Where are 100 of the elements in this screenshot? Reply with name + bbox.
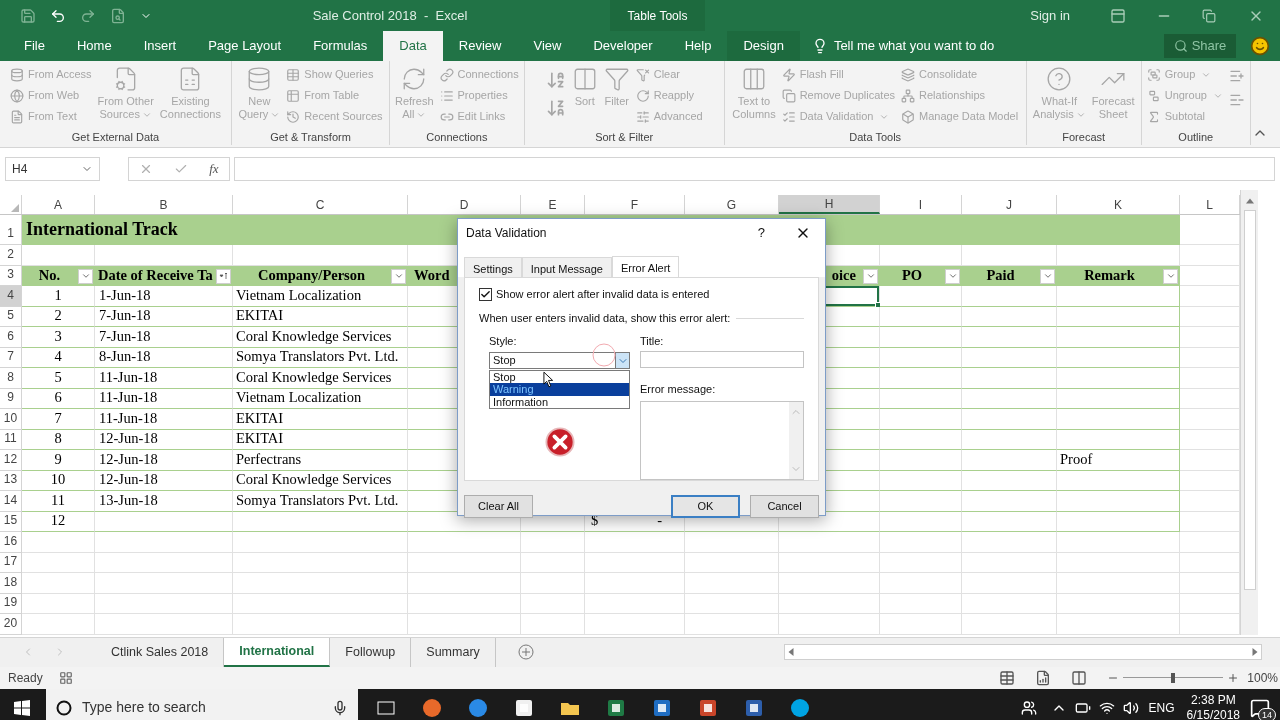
row-number: 16: [0, 532, 22, 553]
table-cell-text: 7-Jun-18: [98, 326, 151, 346]
row-number: 4: [0, 286, 22, 307]
column-title: Remark: [1084, 265, 1135, 285]
menu-tab[interactable]: Data: [383, 31, 443, 61]
table-cell-text: 12: [49, 511, 67, 531]
status-text: Ready: [8, 669, 43, 687]
column-title: PO: [901, 265, 923, 285]
checkbox-label[interactable]: Show error alert after invalid data is entered: [496, 285, 710, 303]
row-number: 15: [0, 511, 22, 532]
row-number: 5: [0, 306, 22, 327]
dialog-tab[interactable]: Input Message: [521, 257, 612, 277]
help-button[interactable]: ?: [757, 223, 765, 243]
table-cell-text: Vietnam Localization: [235, 285, 362, 305]
sheet-tab[interactable]: International: [224, 637, 331, 667]
row-number: 6: [0, 327, 22, 348]
column-header[interactable]: I: [880, 195, 962, 214]
row-number: 19: [0, 593, 22, 614]
sheet-tab[interactable]: Summary: [411, 637, 496, 667]
notification-badge: 14: [1258, 707, 1276, 720]
table-cell-text: 10: [49, 470, 67, 490]
table-cell-text: 7: [53, 408, 63, 428]
column-title: Word: [414, 265, 450, 285]
insert-function-button[interactable]: fx: [209, 159, 219, 179]
row-number: 20: [0, 614, 22, 635]
dropdown-option[interactable]: Warning: [490, 383, 629, 396]
row-number: 18: [0, 573, 22, 594]
table-cell-text: 8-Jun-18: [98, 347, 151, 367]
table-cell-text: Vietnam Localization: [235, 388, 362, 408]
ribbon-group-label: Connections: [425, 130, 489, 145]
menu-tab[interactable]: Design: [727, 31, 800, 61]
column-header[interactable]: J: [962, 195, 1057, 214]
table-cell-text: 12-Jun-18: [98, 429, 158, 449]
row-number: 14: [0, 491, 22, 512]
style-dropdown[interactable]: Stop: [489, 352, 615, 369]
window-title: Sale Control 2018 - Excel: [311, 6, 469, 25]
zoom-level: 100%: [1247, 669, 1278, 687]
sheet-tab[interactable]: Followup: [330, 637, 412, 667]
table-cell-text: 12-Jun-18: [98, 449, 158, 469]
dialog-tab[interactable]: Settings: [464, 257, 522, 277]
table-cell-text: 3: [53, 326, 63, 346]
column-header[interactable]: D: [408, 195, 521, 214]
column-title: Paid: [986, 265, 1015, 285]
sheet-title: International Track: [26, 218, 178, 241]
column-header[interactable]: C: [233, 195, 408, 214]
share-button[interactable]: Share: [1164, 34, 1236, 58]
menu-tab[interactable]: Developer: [577, 31, 669, 61]
row-number: 9: [0, 388, 22, 409]
column-title: No.: [38, 265, 61, 285]
dialog-button[interactable]: Cancel: [750, 494, 819, 518]
field-label: Title:: [640, 333, 665, 349]
menu-tab[interactable]: Page Layout: [192, 31, 298, 61]
row-number: 10: [0, 409, 22, 430]
column-header[interactable]: B: [95, 195, 233, 214]
table-cell-text: Somya Translators Pvt. Ltd.: [235, 347, 399, 367]
clock[interactable]: 2:38 PM 6/15/2018: [1186, 692, 1240, 720]
dialog-button[interactable]: Clear All: [464, 494, 533, 518]
table-cell-text: 7-Jun-18: [98, 306, 151, 326]
row-number: 12: [0, 450, 22, 471]
table-cell-text: 11-Jun-18: [98, 408, 158, 428]
column-header[interactable]: E: [521, 195, 585, 214]
column-header[interactable]: K: [1057, 195, 1180, 214]
column-header[interactable]: H: [779, 195, 880, 214]
table-cell-text: 1-Jun-18: [98, 285, 151, 305]
table-cell-text: Coral Knowledge Services: [235, 326, 392, 346]
ribbon-group-label: Sort & Filter: [594, 130, 655, 145]
taskbar-search-field[interactable]: Type here to search: [46, 688, 358, 720]
column-header[interactable]: F: [585, 195, 685, 214]
menu-tab[interactable]: Formulas: [297, 31, 384, 61]
name-box[interactable]: H4: [5, 157, 100, 181]
table-cell-text: 13-Jun-18: [98, 490, 158, 510]
dropdown-option[interactable]: Stop: [490, 370, 629, 383]
column-title: Date of Receive Ta: [97, 265, 214, 285]
language-indicator[interactable]: ENG: [1148, 698, 1175, 717]
row-number: 7: [0, 347, 22, 368]
column-header[interactable]: A: [22, 195, 95, 214]
dropdown-option[interactable]: Information: [490, 395, 629, 408]
table-cell-text: -: [657, 511, 662, 531]
dialog-button[interactable]: OK: [671, 494, 740, 518]
dialog-tab[interactable]: Error Alert: [611, 256, 680, 278]
table-cell-text: 5: [53, 367, 63, 387]
table-cell-text: 1: [53, 285, 63, 305]
menu-tab[interactable]: Home: [60, 31, 128, 61]
tell-me-field[interactable]: Tell me what you want to do: [833, 36, 995, 56]
menu-tab[interactable]: File: [8, 31, 61, 61]
table-cell-text: Coral Knowledge Services: [235, 367, 392, 387]
contextual-tab-label: Table Tools: [610, 0, 705, 31]
menu-tab[interactable]: Insert: [127, 31, 193, 61]
table-cell-text: 8: [53, 429, 63, 449]
ribbon-group-label: Get & Transform: [269, 130, 352, 145]
table-cell-text: EKITAI: [235, 429, 284, 449]
menu-tab[interactable]: Help: [668, 31, 728, 61]
menu-tab[interactable]: View: [517, 31, 578, 61]
row-number: 13: [0, 470, 22, 491]
ribbon-group-label: Data Tools: [848, 130, 903, 145]
row-number: 8: [0, 368, 22, 389]
sign-in-link[interactable]: Sign in: [1030, 5, 1070, 26]
ribbon-group-label: Outline: [1177, 130, 1215, 145]
menu-tab[interactable]: Review: [442, 31, 518, 61]
table-cell-text: Somya Translators Pvt. Ltd.: [235, 490, 399, 510]
